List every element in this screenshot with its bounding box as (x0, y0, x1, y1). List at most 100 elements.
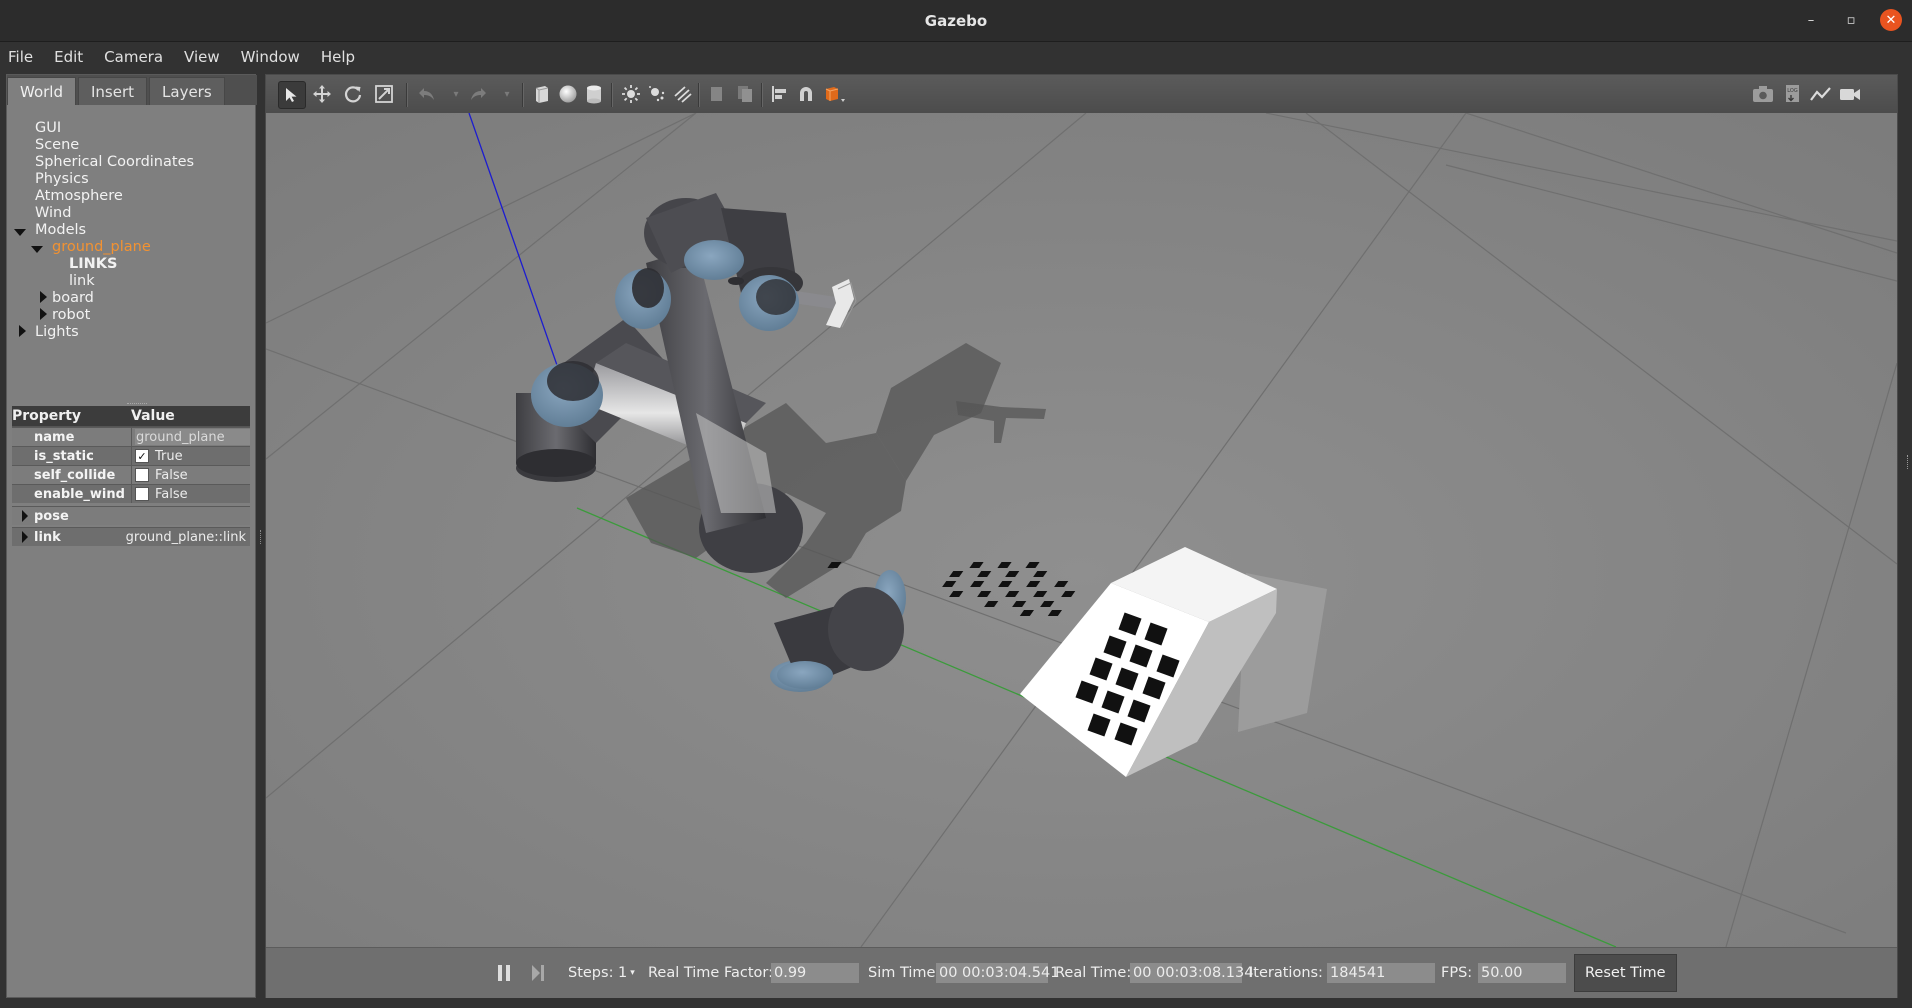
link-value: ground_plane::link (125, 529, 246, 545)
3d-scene-view[interactable] (266, 113, 1897, 947)
pause-button[interactable] (496, 948, 512, 998)
copy-icon[interactable] (704, 81, 730, 107)
steps-spinner[interactable]: 1 ▾ (618, 948, 635, 998)
menu-edit[interactable]: Edit (54, 48, 83, 66)
world-tree: GUI Scene Spherical Coordinates Physics … (7, 105, 255, 405)
box-shape-icon[interactable] (529, 81, 555, 107)
is-static-checkbox[interactable]: ✓ (135, 449, 149, 463)
property-label: is_static (34, 448, 94, 464)
reset-time-button[interactable]: Reset Time (1574, 954, 1677, 992)
scale-mode-icon[interactable] (371, 81, 397, 107)
point-light-icon[interactable] (618, 81, 644, 107)
log-icon[interactable]: LOG (1780, 81, 1806, 107)
left-panel-tabs: World Insert Layers (7, 75, 257, 105)
real-time-field: 00 00:03:08.134 (1130, 963, 1253, 983)
name-field[interactable]: ground_plane (135, 429, 250, 445)
menu-bar: File Edit Camera View Window Help (0, 42, 1912, 72)
tree-item-physics[interactable]: Physics (35, 171, 89, 187)
directional-light-icon[interactable] (670, 81, 696, 107)
value-column-header: Value (131, 408, 175, 424)
tree-item-models[interactable]: Models (35, 222, 86, 238)
window-controls: – ▫ ✕ (1800, 9, 1902, 31)
undo-icon[interactable] (414, 81, 440, 107)
video-record-icon[interactable] (1837, 81, 1863, 107)
is-static-value: True (155, 448, 183, 464)
fps-label: FPS: (1441, 965, 1473, 981)
expand-link-icon[interactable] (22, 531, 28, 543)
tab-world[interactable]: World (7, 77, 76, 105)
property-row-pose[interactable]: pose (12, 506, 250, 525)
expand-models-icon[interactable] (14, 229, 26, 236)
snap-icon[interactable] (793, 81, 819, 107)
plot-icon[interactable] (1808, 81, 1834, 107)
tree-item-gui[interactable]: GUI (35, 120, 61, 136)
iterations-field: 184541 (1327, 963, 1435, 983)
property-table: Property Value name ground_plane is_stat… (12, 406, 250, 546)
menu-window[interactable]: Window (241, 48, 300, 66)
render-viewport: ▾ ▾ LOG Steps: 1 ▾ Real Time Factor: 0.9… (265, 74, 1898, 998)
left-panel: World Insert Layers GUI Scene Spherical … (6, 74, 257, 998)
property-column-header: Property (12, 408, 82, 424)
self-collide-checkbox[interactable] (135, 468, 149, 482)
toolbar: ▾ ▾ LOG (266, 75, 1897, 114)
select-mode-icon[interactable] (278, 81, 306, 109)
tree-item-scene[interactable]: Scene (35, 137, 79, 153)
tab-insert[interactable]: Insert (78, 77, 148, 105)
expand-pose-icon[interactable] (22, 510, 28, 522)
window-titlebar: Gazebo – ▫ ✕ (0, 0, 1912, 42)
rotate-mode-icon[interactable] (340, 81, 366, 107)
sim-time-field: 00 00:03:04.541 (936, 963, 1059, 983)
screenshot-icon[interactable] (1750, 81, 1776, 107)
tree-item-lights[interactable]: Lights (35, 324, 79, 340)
menu-camera[interactable]: Camera (104, 48, 163, 66)
redo-icon[interactable] (465, 81, 491, 107)
menu-help[interactable]: Help (321, 48, 355, 66)
tree-item-ground-plane[interactable]: ground_plane (52, 239, 151, 255)
tree-item-robot[interactable]: robot (52, 307, 90, 323)
tree-item-wind[interactable]: Wind (35, 205, 71, 221)
property-label: name (34, 429, 75, 445)
tree-item-link[interactable]: link (69, 273, 95, 289)
align-icon[interactable] (766, 81, 792, 107)
property-row-link[interactable]: link ground_plane::link (12, 527, 250, 546)
tab-layers[interactable]: Layers (149, 77, 225, 105)
tree-item-board[interactable]: board (52, 290, 94, 306)
expand-board-icon[interactable] (40, 291, 47, 303)
log-icon-label: LOG (1787, 88, 1798, 94)
rtf-label: Real Time Factor: (648, 965, 773, 981)
tree-item-atmosphere[interactable]: Atmosphere (35, 188, 123, 204)
expand-ground-plane-icon[interactable] (31, 246, 43, 253)
window-title: Gazebo (924, 11, 988, 30)
property-label: pose (34, 508, 69, 524)
redo-history-icon[interactable]: ▾ (494, 81, 520, 107)
right-panel-resize-handle[interactable] (1907, 455, 1910, 469)
steps-label: Steps: (568, 965, 614, 981)
translate-mode-icon[interactable] (309, 81, 335, 107)
menu-view[interactable]: View (184, 48, 220, 66)
ground-plane (266, 113, 1897, 947)
expand-robot-icon[interactable] (40, 308, 47, 320)
close-icon[interactable]: ✕ (1880, 9, 1902, 31)
expand-lights-icon[interactable] (19, 325, 26, 337)
menu-file[interactable]: File (8, 48, 33, 66)
change-view-icon[interactable] (822, 81, 848, 107)
property-label: link (34, 529, 61, 545)
tree-item-spherical-coordinates[interactable]: Spherical Coordinates (35, 154, 194, 170)
steps-value: 1 (618, 965, 628, 981)
fps-field: 50.00 (1478, 963, 1566, 983)
paste-icon[interactable] (732, 81, 758, 107)
maximize-icon[interactable]: ▫ (1840, 9, 1862, 31)
tree-header-links: LINKS (69, 256, 118, 272)
property-row-enable-wind: enable_wind False (12, 484, 250, 503)
left-panel-resize-handle[interactable] (260, 530, 263, 544)
enable-wind-checkbox[interactable] (135, 487, 149, 501)
rtf-field: 0.99 (771, 963, 859, 983)
spot-light-icon[interactable] (644, 81, 670, 107)
property-label: enable_wind (34, 486, 125, 502)
property-row-self-collide: self_collide False (12, 465, 250, 484)
simulation-status-bar: Steps: 1 ▾ Real Time Factor: 0.99 Sim Tim… (266, 947, 1897, 998)
minimize-icon[interactable]: – (1800, 9, 1822, 31)
sphere-shape-icon[interactable] (555, 81, 581, 107)
step-button[interactable] (530, 948, 546, 998)
cylinder-shape-icon[interactable] (581, 81, 607, 107)
